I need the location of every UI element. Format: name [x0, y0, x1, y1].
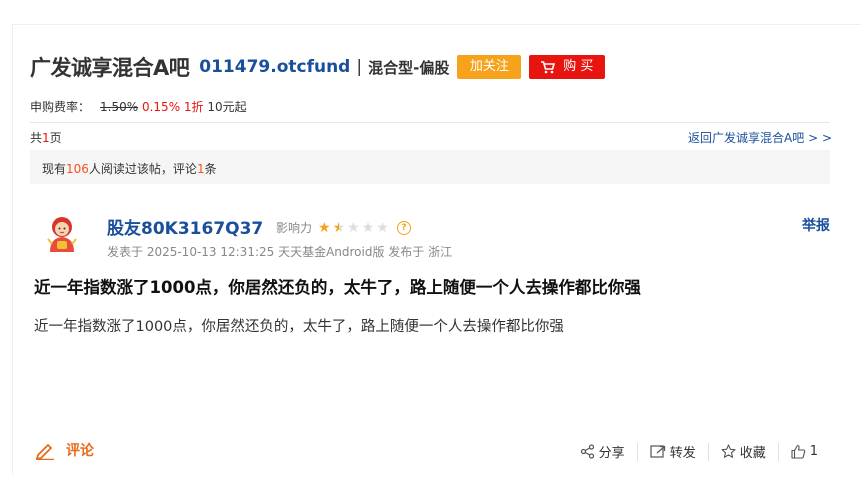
- repost-button[interactable]: 转发: [650, 442, 696, 461]
- post-title: 近一年指数涨了1000点，你居然还负的，太牛了，路上随便一个人去操作都比你强: [34, 278, 641, 297]
- page-count-suffix: 页: [49, 131, 62, 145]
- action-divider: [636, 442, 638, 461]
- buy-label: 购 买: [563, 59, 594, 74]
- post-meta: 发表于 2025-10-13 12:31:25 天天基金Android版 发布于…: [107, 245, 453, 259]
- action-divider: [777, 442, 779, 461]
- read-info: 现有106人阅读过该帖，评论1条: [42, 160, 217, 177]
- share-icon: [580, 444, 594, 459]
- post-actions: 分享 转发 收藏 1: [580, 442, 818, 461]
- thumbs-up-icon: [791, 444, 805, 459]
- share-button[interactable]: 分享: [580, 442, 625, 461]
- read-info-middle: 人阅读过该帖，评论: [88, 162, 197, 176]
- fee-min-amount: 10元起: [207, 100, 247, 114]
- repost-icon: [650, 445, 665, 458]
- page-count: 共1页: [30, 129, 62, 146]
- rating-star-icon: ★: [318, 219, 331, 236]
- read-info-suffix: 条: [204, 162, 217, 176]
- influence-label: 影响力: [276, 221, 313, 235]
- repost-label: 转发: [669, 446, 696, 461]
- follow-button[interactable]: 加关注: [457, 55, 522, 79]
- buy-button[interactable]: 购 买: [529, 55, 606, 79]
- back-to-bar-link[interactable]: 返回广发诚享混合A吧 > >: [688, 129, 832, 146]
- post-body: 近一年指数涨了1000点，你居然还负的，太牛了，路上随便一个人去操作都比你强: [34, 319, 564, 335]
- avatar[interactable]: [42, 214, 82, 254]
- rating-star-icon: ★: [332, 219, 346, 236]
- like-button[interactable]: 1: [791, 444, 818, 459]
- share-label: 分享: [598, 446, 625, 461]
- rating-star-icon: ★: [347, 219, 360, 236]
- pencil-icon: [36, 444, 54, 460]
- fee-original-rate: 1.50%: [100, 100, 139, 114]
- fee-discount: 1折: [183, 100, 204, 114]
- favorite-label: 收藏: [739, 446, 766, 461]
- favorite-button[interactable]: 收藏: [721, 442, 766, 461]
- fee-row: 申购费率： 1.50% 0.15% 1折 10元起: [30, 98, 247, 115]
- header: 广发诚享混合A吧 011479.otcfund | 混合型-偏股 加关注 购 买: [30, 52, 606, 82]
- rating-star-icon: ★: [376, 219, 389, 236]
- like-count: 1: [809, 444, 818, 459]
- fee-discount-rate: 0.15%: [141, 100, 181, 114]
- action-divider: [707, 442, 709, 461]
- influence: 影响力 ★ ★ ★ ★ ★ ?: [276, 219, 411, 236]
- fund-code-link[interactable]: 011479.otcfund: [199, 57, 350, 77]
- fee-label: 申购费率：: [30, 100, 91, 114]
- help-icon[interactable]: ?: [396, 220, 411, 235]
- star-icon: [721, 444, 736, 458]
- comment-button[interactable]: 评论: [34, 440, 94, 460]
- author-name[interactable]: 股友80K3167Q37: [107, 214, 263, 239]
- report-button[interactable]: 举报: [802, 215, 830, 235]
- comment-label: 评论: [66, 443, 94, 459]
- page-count-number: 1: [42, 131, 50, 145]
- divider: [30, 122, 830, 123]
- fund-type: 混合型-偏股: [368, 58, 450, 77]
- page-count-prefix: 共: [30, 131, 43, 145]
- bar-title[interactable]: 广发诚享混合A吧: [30, 52, 190, 82]
- cart-icon: [541, 60, 556, 73]
- read-count: 106: [66, 162, 89, 176]
- read-info-prefix: 现有: [42, 162, 67, 176]
- influence-stars: ★ ★ ★ ★ ★: [318, 221, 391, 235]
- header-separator: |: [356, 57, 363, 77]
- rating-star-icon: ★: [361, 219, 375, 236]
- comment-count: 1: [196, 162, 205, 176]
